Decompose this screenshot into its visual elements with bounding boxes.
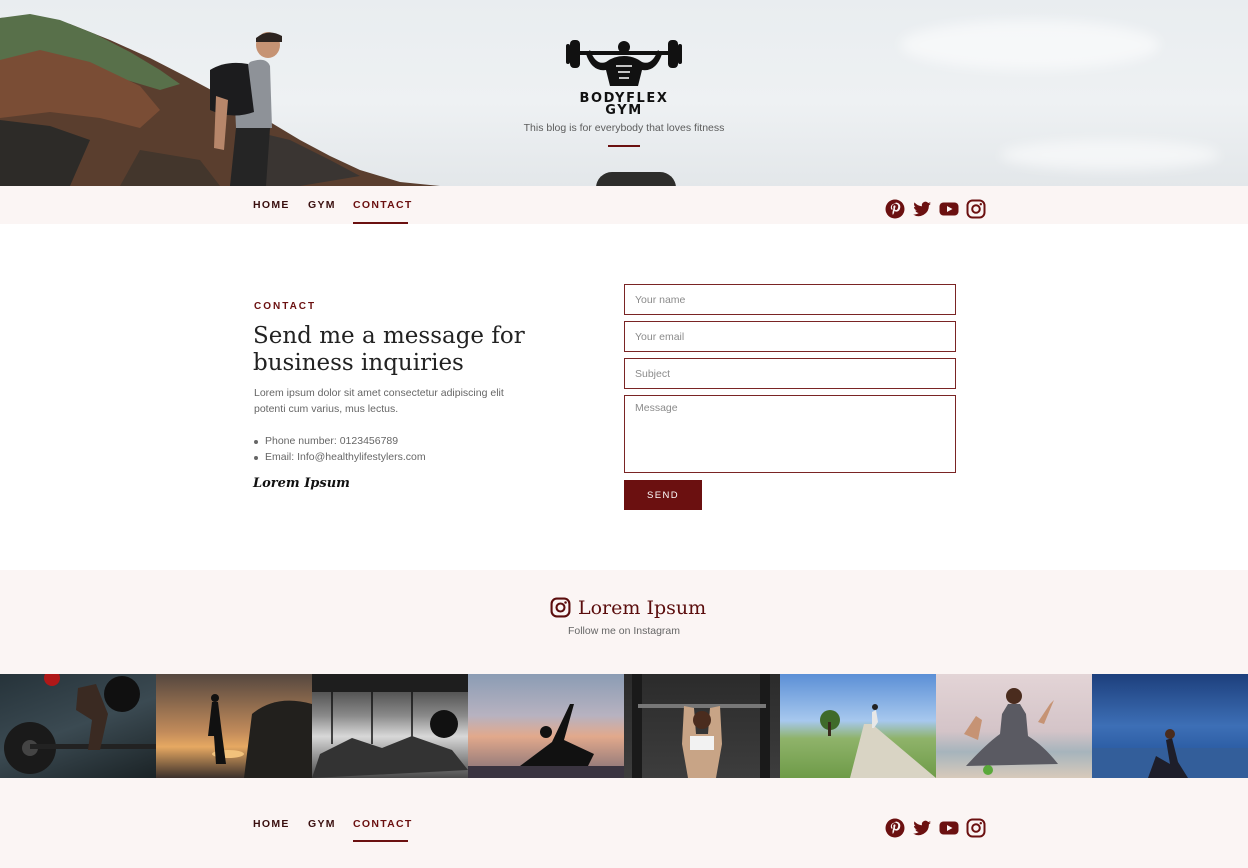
photo-woman-lifting-barbell[interactable] <box>624 674 780 778</box>
photo-yoga-sunset-beach[interactable] <box>156 674 312 778</box>
send-button[interactable]: SEND <box>624 480 702 510</box>
photo-runner-country-road[interactable] <box>780 674 936 778</box>
bodybuilder-logo-icon <box>566 40 682 86</box>
email-address: Email: Info@healthylifestylers.com <box>254 449 426 465</box>
contact-kicker: CONTACT <box>254 301 317 312</box>
phone-number: Phone number: 0123456789 <box>254 433 426 449</box>
signature: Lorem Ipsum <box>253 476 350 491</box>
footer-nav-contact[interactable]: CONTACT <box>353 818 413 830</box>
photo-yoga-pose-sunset[interactable] <box>468 674 624 778</box>
gym-logo[interactable]: BODYFLEX GYM <box>556 36 692 117</box>
instagram-icon[interactable] <box>966 818 986 838</box>
subject-field[interactable] <box>624 358 956 389</box>
nav-contact[interactable]: CONTACT <box>353 199 413 211</box>
instagram-section: Lorem Ipsum Follow me on Instagram <box>0 570 1248 674</box>
main-navigation: HOME GYM CONTACT <box>0 186 1248 224</box>
footer-nav-active-indicator <box>353 840 408 842</box>
instagram-subtitle: Follow me on Instagram <box>567 625 681 637</box>
contact-heading: Send me a message for business inquiries <box>253 323 525 376</box>
footer-nav-gym[interactable]: GYM <box>308 818 336 830</box>
youtube-icon[interactable] <box>939 818 959 838</box>
instagram-icon[interactable] <box>966 199 986 219</box>
contact-details-list: Phone number: 0123456789 Email: Info@hea… <box>254 433 426 465</box>
contact-description: Lorem ipsum dolor sit amet consectetur a… <box>254 387 504 415</box>
site-tagline: This blog is for everybody that loves fi… <box>523 122 725 134</box>
photo-barbell-deadlift[interactable] <box>0 674 156 778</box>
footer-nav-home[interactable]: HOME <box>253 818 290 830</box>
pinterest-icon[interactable] <box>885 818 905 838</box>
twitter-icon[interactable] <box>912 818 932 838</box>
tagline-divider <box>608 145 640 147</box>
nav-home[interactable]: HOME <box>253 199 290 211</box>
youtube-icon[interactable] <box>939 199 959 219</box>
pinterest-icon[interactable] <box>885 199 905 219</box>
photo-woman-meditating-beach[interactable] <box>936 674 1092 778</box>
photo-woman-stretching-sea[interactable] <box>1092 674 1248 778</box>
footer-social-links <box>885 818 986 838</box>
name-field[interactable] <box>624 284 956 315</box>
photo-gym-interior[interactable] <box>312 674 468 778</box>
nav-gym[interactable]: GYM <box>308 199 336 211</box>
email-field[interactable] <box>624 321 956 352</box>
instagram-title[interactable]: Lorem Ipsum <box>578 597 706 619</box>
instagram-icon[interactable] <box>550 597 571 618</box>
instagram-photo-strip <box>0 674 1248 778</box>
twitter-icon[interactable] <box>912 199 932 219</box>
social-links <box>885 199 986 219</box>
nav-active-indicator <box>353 222 408 224</box>
footer: HOME GYM CONTACT <box>0 778 1248 868</box>
message-field[interactable] <box>624 395 956 473</box>
logo-line-2: GYM <box>605 103 643 118</box>
hero-banner: BODYFLEX GYM This blog is for everybody … <box>0 0 1248 186</box>
